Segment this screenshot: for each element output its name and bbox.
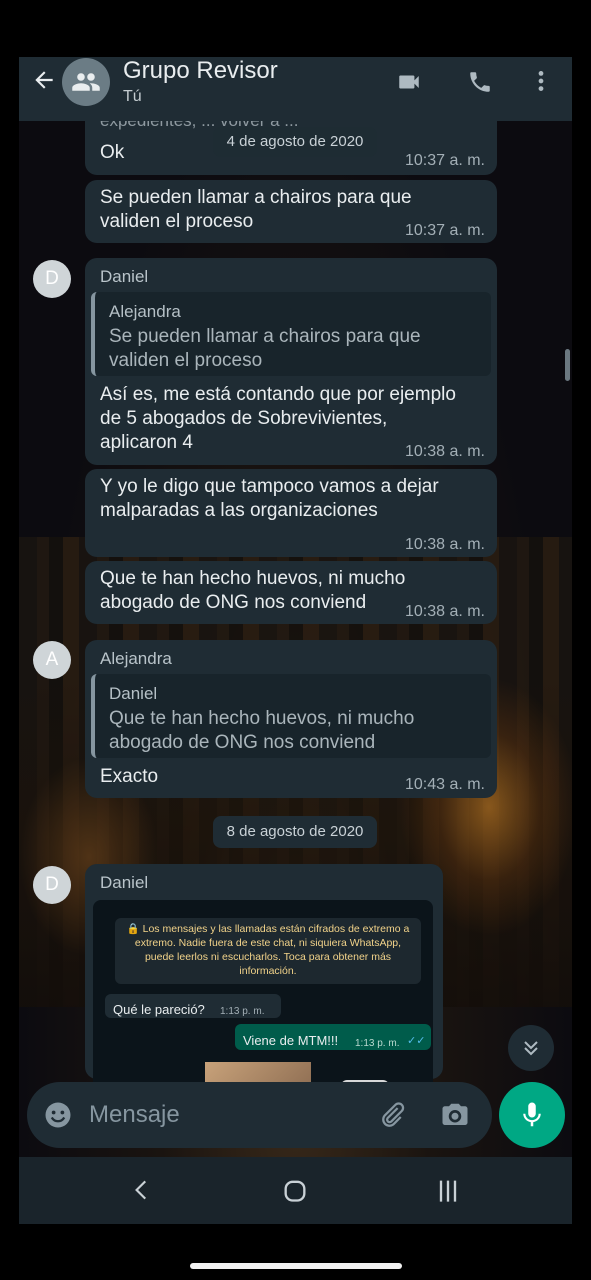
message-input-bar[interactable]: Mensaje	[27, 1082, 492, 1148]
avatar-initial: A	[45, 649, 59, 670]
message-bubble[interactable]: Y yo le digo que tampoco vamos a dejar m…	[85, 469, 497, 557]
quoted-text: Se pueden llamar a chairos para que vali…	[109, 326, 421, 371]
quoted-message[interactable]: Daniel Que te han hecho huevos, ni mucho…	[91, 674, 491, 758]
nav-home-icon[interactable]	[281, 1175, 309, 1205]
image-message-bubble[interactable]: Daniel 🔒 Los mensajes y las llamadas est…	[85, 864, 443, 1100]
date-text: 8 de agosto de 2020	[226, 823, 364, 840]
inner-message-time: 1:13 p. m.	[220, 1006, 265, 1017]
message-bubble[interactable]: Que te han hecho huevos, ni mucho abogad…	[85, 561, 497, 624]
message-time: 10:37 a. m.	[404, 222, 485, 239]
message-text: Así es, me está contando que por ejemplo…	[100, 384, 456, 453]
attach-icon[interactable]	[377, 1100, 407, 1130]
date-text: 4 de agosto de 2020	[226, 133, 364, 150]
avatar-initial: D	[45, 874, 59, 895]
quoted-text: Que te han hecho huevos, ni mucho abogad…	[109, 708, 415, 753]
inner-message-text: Qué le pareció?	[113, 1002, 205, 1017]
chat-subtitle: Tú	[123, 88, 142, 105]
more-options-icon[interactable]	[528, 67, 554, 95]
quoted-sender: Alejandra	[109, 302, 181, 321]
date-separator: 4 de agosto de 2020	[213, 127, 377, 157]
scroll-indicator[interactable]	[565, 349, 570, 381]
sender-name: Daniel	[100, 873, 149, 892]
inner-message-time: 1:13 p. m.	[355, 1038, 400, 1049]
nav-recents-icon[interactable]	[434, 1175, 462, 1205]
scroll-to-bottom-button[interactable]	[508, 1025, 554, 1071]
message-bubble[interactable]: Daniel Alejandra Se pueden llamar a chai…	[85, 258, 497, 465]
system-navigation-bar	[19, 1157, 572, 1224]
message-bubble[interactable]: Alejandra Daniel Que te han hecho huevos…	[85, 640, 497, 798]
inner-incoming-message: Qué le pareció? 1:13 p. m.	[105, 994, 281, 1018]
phone-call-icon[interactable]	[467, 69, 493, 95]
inner-outgoing-message: Viene de MTM!!! 1:13 p. m. ✓✓	[235, 1024, 431, 1050]
nav-back-icon[interactable]	[129, 1175, 155, 1205]
back-arrow-icon[interactable]	[31, 67, 57, 93]
microphone-icon	[523, 1102, 541, 1127]
chat-title[interactable]: Grupo Revisor	[123, 57, 278, 85]
avatar-initial: D	[45, 268, 59, 289]
quoted-sender: Daniel	[109, 684, 158, 703]
inner-message-text: Viene de MTM!!!	[243, 1033, 339, 1048]
message-time: 10:38 a. m.	[404, 443, 485, 460]
screenshot-image[interactable]: 🔒 Los mensajes y las llamadas están cifr…	[93, 900, 433, 1100]
sender-avatar[interactable]: D	[33, 866, 71, 904]
encryption-notice: 🔒 Los mensajes y las llamadas están cifr…	[115, 918, 421, 984]
sender-name: Alejandra	[100, 649, 172, 668]
message-text: Y yo le digo que tampoco vamos a dejar m…	[100, 476, 439, 521]
video-call-icon[interactable]	[391, 69, 427, 95]
message-text: Se pueden llamar a chairos para que vali…	[100, 187, 412, 232]
double-chevron-down-icon	[524, 1041, 538, 1056]
sender-avatar[interactable]: D	[33, 260, 71, 298]
camera-icon[interactable]	[440, 1100, 470, 1130]
message-time: 10:38 a. m.	[404, 536, 485, 553]
message-input[interactable]: Mensaje	[89, 1101, 180, 1129]
home-indicator[interactable]	[190, 1263, 402, 1269]
date-separator: 8 de agosto de 2020	[213, 816, 377, 848]
voice-record-button[interactable]	[499, 1082, 565, 1148]
message-time: 10:43 a. m.	[404, 776, 485, 793]
emoji-icon[interactable]	[43, 1100, 73, 1130]
chat-screen: Grupo Revisor Tú expedientes, ... volver…	[19, 57, 572, 1224]
group-avatar[interactable]	[62, 58, 110, 106]
message-time: 10:38 a. m.	[404, 603, 485, 620]
message-text: Ok	[100, 142, 125, 163]
sender-avatar[interactable]: A	[33, 641, 71, 679]
sender-name: Daniel	[100, 267, 149, 286]
chat-header: Grupo Revisor Tú	[19, 57, 572, 121]
read-ticks-icon: ✓✓	[407, 1035, 426, 1047]
message-text: Que te han hecho huevos, ni mucho abogad…	[100, 568, 406, 613]
message-text: Exacto	[100, 766, 159, 787]
message-time: 10:37 a. m.	[404, 152, 485, 169]
quoted-message[interactable]: Alejandra Se pueden llamar a chairos par…	[91, 292, 491, 376]
group-icon	[72, 73, 100, 91]
message-bubble[interactable]: Se pueden llamar a chairos para que vali…	[85, 180, 497, 243]
